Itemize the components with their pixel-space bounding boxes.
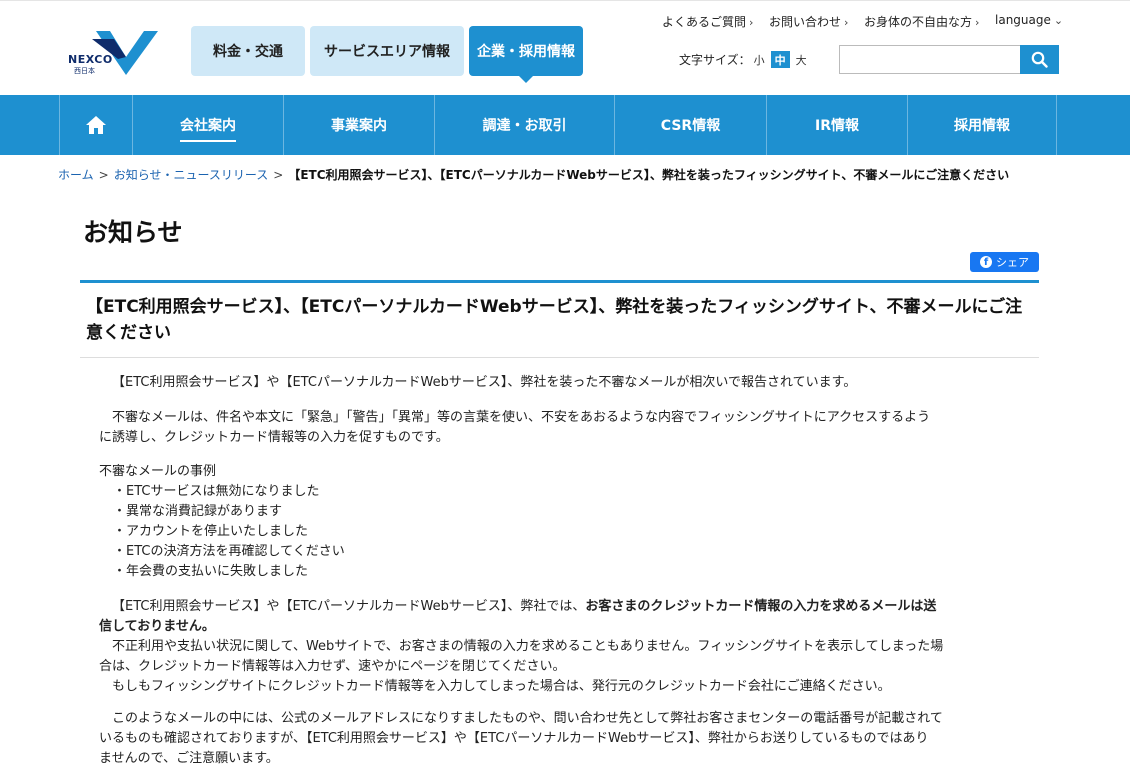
tab-label: 料金・交通 bbox=[213, 44, 283, 60]
nav-business[interactable]: 事業案内 bbox=[283, 95, 434, 155]
home-icon bbox=[86, 116, 106, 134]
faq-link-label: よくあるご質問 bbox=[662, 15, 747, 29]
nav-business-label: 事業案内 bbox=[331, 118, 387, 134]
chevron-down-icon: ⌄ bbox=[1053, 14, 1064, 27]
nav-company[interactable]: 会社案内 bbox=[132, 95, 283, 155]
nav-home[interactable] bbox=[59, 95, 132, 155]
examples-heading: 不審なメールの事例 bbox=[99, 464, 217, 479]
faq-link[interactable]: よくあるご質問 › bbox=[662, 13, 753, 30]
breadcrumb-separator: > bbox=[98, 168, 109, 182]
breadcrumb-news[interactable]: お知らせ・ニュースリリース bbox=[114, 168, 269, 182]
article-paragraph: このようなメールの中には、公式のメールアドレスになりすましたものや、問い合わせ先… bbox=[99, 709, 1024, 764]
article-paragraph: 【ETC利用照会サービス】や【ETCパーソナルカードWebサービス】、弊社では、… bbox=[99, 597, 1024, 697]
language-dropdown[interactable]: language ⌄ bbox=[995, 13, 1063, 27]
language-label: language bbox=[995, 13, 1051, 27]
chevron-right-icon: › bbox=[975, 16, 980, 29]
article-paragraph: 【ETC利用照会サービス】や【ETCパーソナルカードWebサービス】、弊社を装っ… bbox=[99, 373, 1024, 393]
breadcrumb-home[interactable]: ホーム bbox=[58, 168, 94, 182]
paragraph-line: 【ETC利用照会サービス】や【ETCパーソナルカードWebサービス】、弊社では、… bbox=[99, 597, 1024, 617]
breadcrumb-current: 【ETC利用照会サービス】、【ETCパーソナルカードWebサービス】、弊社を装っ… bbox=[288, 168, 1010, 182]
chevron-right-icon: › bbox=[749, 16, 754, 29]
nav-procurement[interactable]: 調達・お取引 bbox=[434, 95, 614, 155]
page-title: お知らせ bbox=[83, 218, 183, 247]
paragraph-line: ませんので、ご注意願います。 bbox=[99, 751, 279, 764]
contact-link[interactable]: お問い合わせ › bbox=[769, 13, 848, 30]
font-size-large[interactable]: 大 bbox=[793, 52, 810, 68]
paragraph-line: このようなメールの中には、公式のメールアドレスになりすましたものや、問い合わせ先… bbox=[112, 711, 943, 726]
article-title: 【ETC利用照会サービス】、【ETCパーソナルカードWebサービス】、弊社を装っ… bbox=[86, 297, 1023, 343]
examples-block: 不審なメールの事例 ・ETCサービスは無効になりました ・異常な消費記録がありま… bbox=[99, 462, 1024, 582]
font-size-small[interactable]: 小 bbox=[751, 52, 768, 68]
paragraph-line: 不審なメールは、件名や本文に「緊急」「警告」「異常」等の言葉を使い、不安をあおる… bbox=[112, 410, 931, 425]
nav-csr-label: CSR情報 bbox=[660, 118, 721, 134]
nav-procurement-label: 調達・お取引 bbox=[482, 118, 567, 134]
paragraph-line: 合は、クレジットカード情報等は入力せず、速やかにページを閉じてください。 bbox=[99, 659, 566, 674]
paragraph-emphasis: お客さまのクレジットカード情報の入力を求めるメールは送 bbox=[585, 599, 937, 614]
accessibility-link-label: お身体の不自由な方 bbox=[864, 15, 973, 29]
list-item: ・年会費の支払いに失敗しました bbox=[113, 564, 309, 579]
paragraph-emphasis: 信しておりません。 bbox=[99, 619, 215, 634]
tab-label: 企業・採用情報 bbox=[477, 44, 575, 60]
tab-fares-traffic[interactable]: 料金・交通 bbox=[191, 26, 305, 76]
list-item: ・異常な消費記録があります bbox=[113, 504, 283, 519]
contact-link-label: お問い合わせ bbox=[769, 15, 842, 29]
font-size-switcher: 文字サイズ： 小 中 大 bbox=[679, 51, 810, 68]
share-label: シェア bbox=[996, 256, 1029, 269]
search-button[interactable] bbox=[1020, 45, 1059, 74]
tab-label: サービスエリア情報 bbox=[324, 44, 450, 60]
tab-corporate-recruit[interactable]: 企業・採用情報 bbox=[469, 26, 583, 83]
article-paragraph: 不審なメールは、件名や本文に「緊急」「警告」「異常」等の言葉を使い、不安をあおる… bbox=[99, 408, 1024, 448]
paragraph-line: 【ETC利用照会サービス】や【ETCパーソナルカードWebサービス】、弊社を装っ… bbox=[112, 375, 857, 390]
facebook-icon: f bbox=[980, 256, 992, 268]
paragraph-line: 信しておりません。 bbox=[99, 617, 1024, 637]
nav-ir-label: IR情報 bbox=[815, 118, 859, 134]
nav-company-label: 会社案内 bbox=[180, 115, 236, 142]
nav-ir[interactable]: IR情報 bbox=[766, 95, 907, 155]
nav-recruit-label: 採用情報 bbox=[954, 118, 1010, 134]
paragraph-line: 不正利用や支払い状況に関して、Webサイトで、お客さまの情報の入力を求めることも… bbox=[112, 639, 944, 654]
paragraph-text: 【ETC利用照会サービス】や【ETCパーソナルカードWebサービス】、弊社では、 bbox=[112, 599, 586, 614]
paragraph-line: に誘導し、クレジットカード情報等の入力を促すものです。 bbox=[99, 430, 449, 445]
accessibility-link[interactable]: お身体の不自由な方 › bbox=[864, 13, 979, 30]
chevron-right-icon: › bbox=[844, 16, 849, 29]
breadcrumb: ホーム > お知らせ・ニュースリリース > 【ETC利用照会サービス】、【ETCパーソナ… bbox=[58, 166, 1009, 183]
title-divider-top bbox=[80, 280, 1039, 283]
logo-subtext: 西日本 bbox=[74, 67, 95, 75]
list-item: ・ETCサービスは無効になりました bbox=[113, 484, 320, 499]
search-icon bbox=[1031, 51, 1048, 68]
nav-recruit[interactable]: 採用情報 bbox=[907, 95, 1057, 155]
nav-csr[interactable]: CSR情報 bbox=[614, 95, 766, 155]
font-size-label: 文字サイズ： bbox=[679, 53, 751, 67]
list-item: ・ETCの決済方法を再確認してください bbox=[113, 544, 345, 559]
facebook-share-button[interactable]: f シェア bbox=[970, 252, 1039, 272]
nexco-logo-mark-icon bbox=[92, 31, 158, 75]
title-divider-bottom bbox=[80, 357, 1039, 358]
nexco-logo[interactable]: NEXCO 西日本 bbox=[68, 29, 160, 77]
font-size-medium[interactable]: 中 bbox=[770, 51, 790, 68]
breadcrumb-separator: > bbox=[273, 168, 284, 182]
site-header: NEXCO 西日本 料金・交通 サービスエリア情報 企業・採用情報 よくあるご質… bbox=[0, 0, 1130, 95]
search-input[interactable] bbox=[839, 45, 1020, 74]
paragraph-line: もしもフィッシングサイトにクレジットカード情報等を入力してしまった場合は、発行元… bbox=[112, 679, 891, 694]
logo-wordmark: NEXCO bbox=[68, 53, 113, 66]
paragraph-line: いるものも確認されておりますが、【ETC利用照会サービス】や【ETCパーソナルカ… bbox=[99, 731, 929, 746]
list-item: ・アカウントを停止いたしました bbox=[113, 524, 309, 539]
main-nav: 会社案内 事業案内 調達・お取引 CSR情報 IR情報 採用情報 bbox=[0, 95, 1130, 155]
tab-service-area[interactable]: サービスエリア情報 bbox=[310, 26, 464, 76]
